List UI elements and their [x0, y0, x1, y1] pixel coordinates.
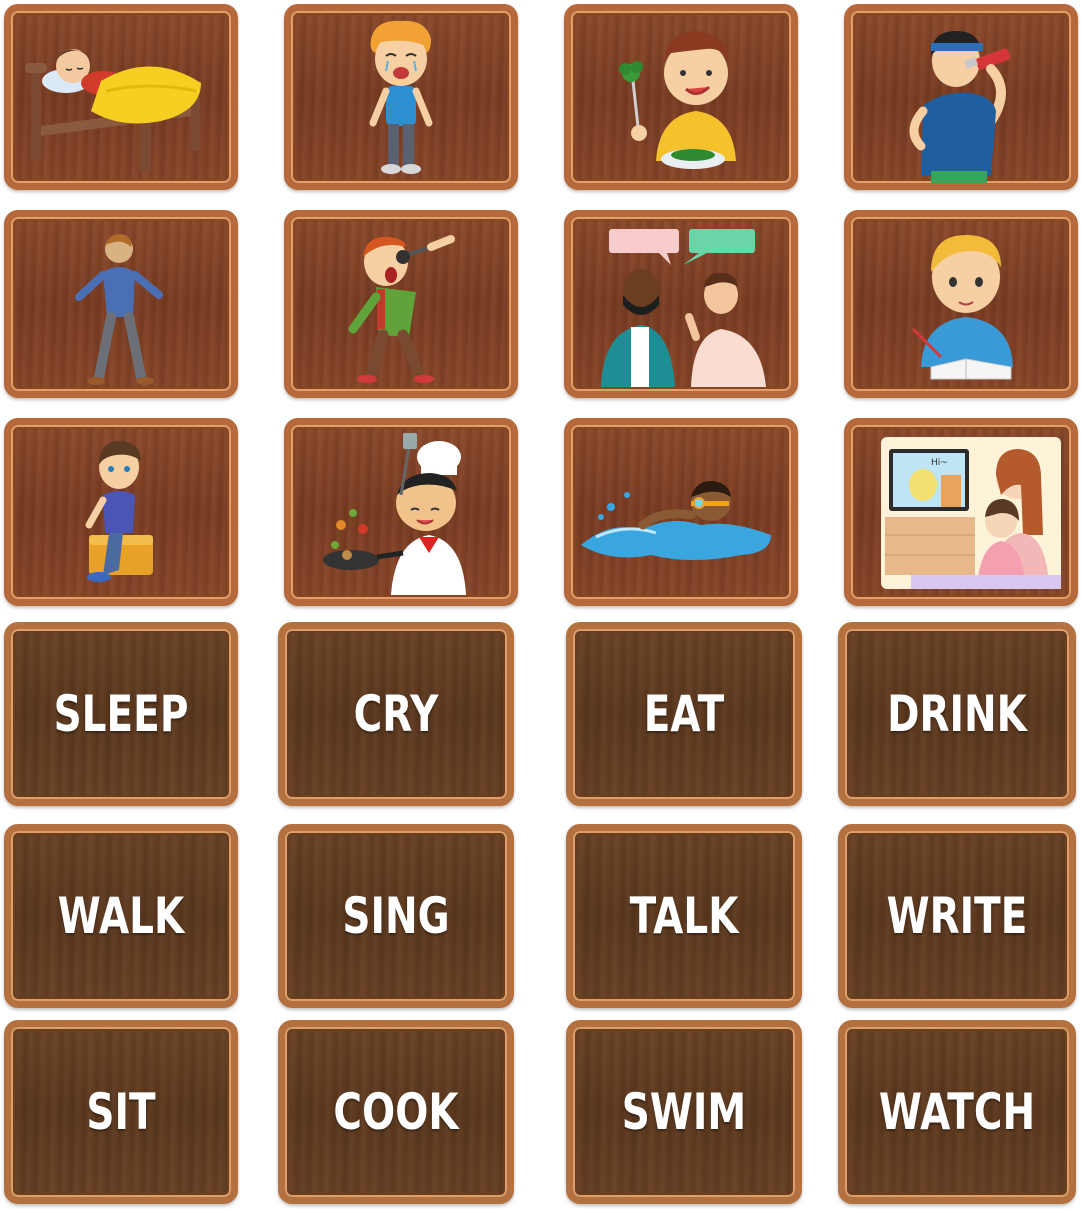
word-card-watch[interactable]: WATCH [838, 1020, 1076, 1204]
word-card-eat[interactable]: EAT [566, 622, 802, 806]
picture-card-talk[interactable] [564, 210, 798, 398]
sitting-boy-icon [85, 441, 153, 582]
word-card-sit[interactable]: SIT [4, 1020, 238, 1204]
word-card-write[interactable]: WRITE [838, 824, 1076, 1008]
svg-text:Hi~: Hi~ [931, 458, 948, 468]
singing-boy-icon [348, 235, 455, 383]
picture-card-walk[interactable] [4, 210, 238, 398]
writing-boy-icon [911, 235, 1013, 380]
word-card-cook[interactable]: COOK [278, 1020, 514, 1204]
word-card-label: WATCH [878, 1083, 1036, 1141]
swimming-boy-icon [581, 480, 771, 560]
picture-card-write[interactable] [844, 210, 1078, 398]
picture-card-sit[interactable] [4, 418, 238, 606]
picture-card-drink[interactable] [844, 4, 1078, 190]
picture-card-cry[interactable] [284, 4, 518, 190]
crying-boy-icon [369, 20, 433, 174]
word-card-drink[interactable]: DRINK [838, 622, 1076, 806]
picture-card-eat[interactable] [564, 4, 798, 190]
word-card-walk[interactable]: WALK [4, 824, 238, 1008]
word-card-label: DRINK [887, 685, 1027, 743]
picture-card-swim[interactable] [564, 418, 798, 606]
word-card-label: EAT [643, 685, 725, 743]
picture-card-sleep[interactable] [4, 4, 238, 190]
watching-tv-icon: Hi~ [881, 437, 1061, 589]
eating-boy-icon [619, 31, 736, 169]
word-card-sing[interactable]: SING [278, 824, 514, 1008]
drinking-boy-icon [909, 31, 1011, 183]
word-card-label: SLEEP [53, 685, 189, 743]
picture-card-sing[interactable] [284, 210, 518, 398]
word-card-label: SIT [86, 1083, 156, 1141]
word-card-label: SING [342, 887, 450, 945]
word-card-label: COOK [333, 1083, 459, 1141]
word-card-label: WALK [57, 887, 185, 945]
word-card-cry[interactable]: CRY [278, 622, 514, 806]
talking-men-icon [601, 229, 766, 387]
word-card-swim[interactable]: SWIM [566, 1020, 802, 1204]
word-card-label: WRITE [886, 887, 1028, 945]
word-card-sleep[interactable]: SLEEP [4, 622, 238, 806]
picture-card-watch[interactable]: Hi~ [844, 418, 1078, 606]
cooking-chef-icon [323, 433, 466, 595]
word-card-talk[interactable]: TALK [566, 824, 802, 1008]
walking-boy-icon [75, 234, 163, 385]
sleeping-boy-icon [25, 49, 201, 171]
word-card-label: CRY [353, 685, 439, 743]
picture-card-cook[interactable] [284, 418, 518, 606]
word-card-label: SWIM [621, 1083, 747, 1141]
word-card-label: TALK [629, 887, 739, 945]
